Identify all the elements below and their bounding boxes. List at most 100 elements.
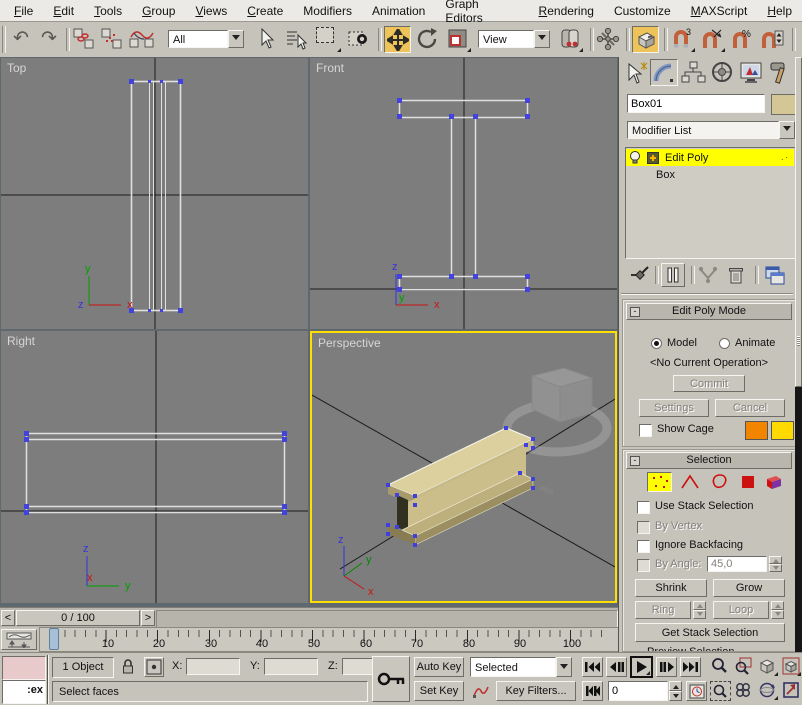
cancel-button[interactable]: Cancel — [715, 399, 785, 417]
time-slider-handle[interactable]: 0 / 100 — [16, 610, 140, 626]
time-slider-next-button[interactable]: > — [141, 610, 155, 626]
menu-file[interactable]: File — [4, 2, 43, 20]
panel-scrollbar[interactable] — [795, 57, 802, 652]
tab-hierarchy[interactable] — [679, 59, 707, 86]
zoom-button[interactable] — [710, 657, 731, 677]
arc-rotate-button[interactable] — [758, 681, 779, 701]
redo-button[interactable]: ↷ — [36, 27, 62, 53]
current-frame-marker[interactable] — [49, 628, 59, 650]
named-selection-dropdown-arrow[interactable] — [228, 30, 244, 48]
ring-button[interactable]: Ring — [635, 601, 691, 619]
rect-selection-region-button[interactable] — [316, 27, 342, 53]
menu-views[interactable]: Views — [185, 2, 237, 20]
default-tangent-button[interactable] — [470, 681, 492, 701]
menu-group[interactable]: Group — [132, 2, 185, 20]
goto-start-button[interactable] — [582, 657, 603, 677]
by-vertex-checkbox[interactable] — [637, 521, 650, 534]
use-stack-selection-checkbox[interactable] — [637, 501, 650, 514]
viewport-right[interactable]: Right z y — [1, 331, 308, 603]
pin-stack-button[interactable] — [629, 264, 651, 286]
tab-utilities[interactable] — [766, 59, 794, 86]
configure-modifier-sets-button[interactable] — [763, 264, 785, 286]
set-keys-button[interactable] — [372, 656, 410, 702]
show-cage-checkbox[interactable] — [639, 424, 652, 437]
modifier-list-arrow[interactable] — [779, 121, 795, 139]
key-filters-button[interactable]: Key Filters... — [496, 681, 576, 701]
key-filter-dropdown-arrow[interactable] — [556, 657, 572, 677]
cage-color-swatch[interactable] — [745, 421, 768, 440]
select-by-name-button[interactable] — [284, 27, 310, 53]
loop-spinner[interactable] — [771, 601, 784, 619]
time-slider-prev-button[interactable]: < — [1, 610, 15, 626]
link-button[interactable] — [72, 27, 98, 53]
percent-snap-button[interactable]: % — [730, 27, 756, 53]
menu-maxscript[interactable]: MAXScript — [681, 2, 758, 20]
object-color-swatch[interactable] — [771, 94, 797, 115]
viewport-front[interactable]: Front — [310, 58, 617, 329]
coord-system-dropdown[interactable]: View — [478, 30, 550, 48]
menu-tools[interactable]: Tools — [84, 2, 132, 20]
keyboard-override-toggle[interactable] — [632, 26, 659, 53]
set-key-button[interactable]: Set Key — [414, 681, 464, 701]
y-coord-field[interactable] — [264, 658, 318, 675]
expand-plus-icon[interactable] — [647, 152, 659, 164]
settings-button[interactable]: Settings — [639, 399, 709, 417]
track-bar-ruler[interactable]: 0 10 20 30 40 50 60 70 80 90 100 — [39, 627, 618, 652]
maxscript-listener-white[interactable]: :ex — [2, 680, 46, 704]
grow-button[interactable]: Grow — [713, 579, 785, 597]
select-object-button[interactable] — [254, 27, 280, 53]
spinner-snap-button[interactable] — [760, 27, 786, 53]
select-move-button[interactable] — [384, 26, 411, 53]
bind-spacewarp-button[interactable] — [128, 27, 158, 53]
select-manipulate-button[interactable] — [596, 27, 622, 53]
zoom-all-button[interactable] — [734, 657, 755, 677]
time-configuration-button[interactable] — [686, 681, 707, 701]
zoom-extents-button[interactable] — [758, 657, 779, 677]
x-coord-field[interactable] — [186, 658, 240, 675]
tab-motion[interactable] — [708, 59, 736, 86]
unlink-button[interactable] — [100, 27, 126, 53]
key-filter-selection-dropdown[interactable]: Selected — [470, 657, 572, 677]
viewport-top[interactable]: Top — [1, 58, 308, 329]
time-slider-track[interactable] — [156, 610, 618, 628]
object-name-field[interactable] — [627, 94, 765, 113]
coord-system-dropdown-arrow[interactable] — [534, 30, 550, 48]
mini-curve-editor-button[interactable] — [1, 629, 37, 650]
lightbulb-icon[interactable] — [628, 150, 643, 165]
auto-key-button[interactable]: Auto Key — [414, 657, 464, 677]
angle-snap-button[interactable] — [700, 27, 726, 53]
get-stack-selection-button[interactable]: Get Stack Selection — [635, 623, 785, 642]
pivot-center-button[interactable] — [558, 27, 584, 53]
undo-button[interactable]: ↶ — [8, 27, 34, 53]
prev-frame-button[interactable] — [606, 657, 627, 677]
region-zoom-button[interactable] — [710, 681, 731, 701]
element-subobject-button[interactable] — [761, 472, 786, 492]
border-subobject-button[interactable] — [707, 472, 732, 492]
edge-subobject-button[interactable] — [677, 472, 702, 492]
viewport-perspective[interactable]: Perspective — [310, 331, 617, 603]
remove-modifier-button[interactable] — [725, 264, 747, 286]
menu-create[interactable]: Create — [237, 2, 293, 20]
menu-customize[interactable]: Customize — [604, 2, 681, 20]
ignore-backfacing-checkbox[interactable] — [637, 540, 650, 553]
pan-view-button[interactable] — [734, 681, 755, 701]
frame-spinner[interactable] — [669, 681, 682, 701]
edit-poly-mode-header[interactable]: - Edit Poly Mode — [626, 303, 792, 320]
select-scale-button[interactable] — [446, 27, 472, 53]
model-radio[interactable] — [651, 338, 662, 349]
play-button[interactable] — [630, 656, 653, 678]
window-crossing-button[interactable] — [346, 27, 372, 53]
selection-lock-toggle[interactable] — [118, 657, 138, 677]
vertex-subobject-button[interactable] — [647, 472, 672, 492]
panel-scrollbar-thumb[interactable] — [795, 57, 802, 387]
selection-header[interactable]: - Selection — [626, 452, 792, 469]
by-angle-spinner[interactable] — [769, 556, 782, 572]
goto-end-button[interactable] — [680, 657, 701, 677]
commit-button[interactable]: Commit — [673, 375, 745, 392]
menu-modifiers[interactable]: Modifiers — [293, 2, 362, 20]
zoom-extents-all-button[interactable] — [782, 657, 802, 677]
absolute-offset-toggle[interactable] — [144, 657, 164, 677]
by-angle-field[interactable] — [707, 556, 767, 572]
polygon-subobject-button[interactable] — [735, 472, 760, 492]
make-unique-button[interactable] — [697, 264, 719, 286]
